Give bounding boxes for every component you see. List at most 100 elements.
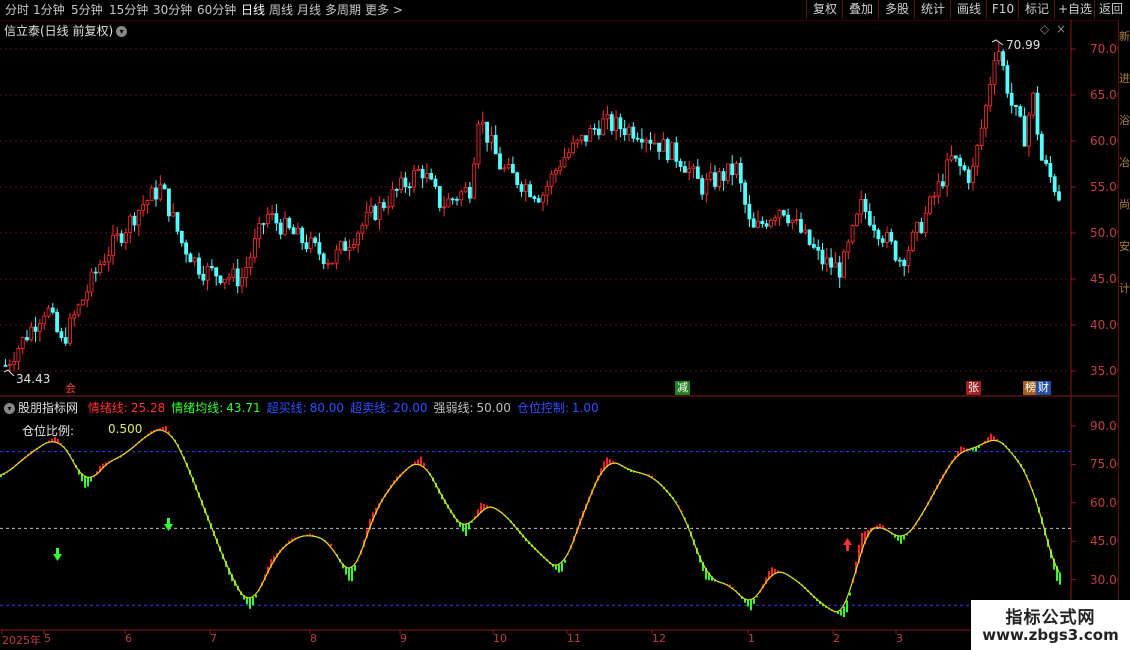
buy-arrow-icon [843, 538, 852, 551]
candle-body [523, 184, 528, 192]
date-label: 2 [833, 632, 840, 645]
candle-body [1022, 115, 1027, 147]
candle-body [1005, 65, 1010, 94]
candle-body [89, 271, 94, 293]
candle-body [46, 307, 51, 317]
candle-body [820, 249, 825, 265]
date-label: 10 [493, 632, 507, 645]
candle-body [880, 238, 885, 243]
candle-body [154, 187, 158, 200]
mood-bar [246, 597, 248, 605]
candle-body [1039, 133, 1044, 161]
candle-body [579, 135, 584, 141]
candle-body [652, 142, 657, 145]
candle-body [364, 211, 369, 226]
candle-body [463, 186, 468, 193]
candle-body [769, 219, 773, 227]
rise-marker[interactable]: 张 [966, 381, 981, 395]
candle-body [541, 194, 545, 203]
candle-body [743, 182, 747, 205]
candle-body [291, 227, 296, 235]
candle-body [1014, 104, 1018, 107]
candle-body [33, 326, 38, 332]
candle-body [85, 291, 90, 301]
sidebar-char[interactable]: 安 [1119, 238, 1130, 254]
candle-body [158, 184, 163, 200]
candle-body [38, 323, 42, 332]
candle-body [717, 171, 722, 187]
diamond-icon[interactable]: ◇ [1040, 22, 1049, 36]
candle-body [171, 212, 176, 217]
mood-bar [750, 599, 752, 611]
rank-marker-2[interactable]: 财 [1036, 381, 1051, 395]
cut-marker[interactable]: 减 [675, 381, 690, 395]
candle-body [708, 172, 713, 180]
date-label: 1 [748, 632, 755, 645]
candle-body [390, 189, 395, 207]
candle-body [536, 198, 541, 203]
sidebar-char[interactable]: 计 [1119, 280, 1130, 296]
close-icon[interactable]: × [1056, 22, 1066, 36]
candle-body [528, 184, 532, 198]
candle-body [326, 262, 330, 265]
candle-body [996, 51, 1001, 62]
candle-body [201, 273, 206, 281]
mood-average-line [0, 429, 1060, 613]
candle-body [691, 166, 696, 170]
candle-body [1001, 51, 1005, 67]
candle-body [386, 205, 391, 209]
candle-body [93, 271, 98, 274]
candle-body [188, 253, 193, 263]
candle-body [730, 163, 735, 176]
candle-body [515, 172, 520, 185]
candle-body [751, 218, 756, 228]
candle-body [661, 139, 666, 152]
date-label: 6 [125, 632, 132, 645]
candle-body [227, 276, 232, 280]
mood-bar [993, 436, 995, 441]
sidebar-char[interactable]: 进 [1119, 70, 1130, 86]
candle-body [351, 244, 356, 248]
candle-body [369, 205, 373, 213]
mood-bar [249, 597, 251, 609]
candle-body [270, 213, 275, 216]
candle-body [566, 152, 571, 158]
candle-body [695, 166, 700, 179]
sell-arrow-icon [53, 548, 62, 561]
candle-body [252, 238, 257, 258]
candle-body [106, 254, 111, 263]
mood-bar [846, 600, 848, 613]
candle-body [850, 225, 855, 243]
candle-body [42, 315, 47, 325]
candle-body [558, 166, 563, 171]
mood-bar [747, 599, 749, 607]
candle-body [25, 337, 29, 341]
mood-bar [465, 524, 467, 537]
sidebar-char[interactable]: 冶 [1119, 154, 1130, 170]
sidebar-char[interactable]: 浴 [1119, 112, 1130, 128]
candle-body [777, 210, 782, 219]
candle-body [966, 169, 971, 183]
mood-bar [975, 447, 977, 452]
candle-body [949, 155, 954, 161]
candle-body [399, 177, 404, 190]
low-pointer [3, 369, 15, 377]
sidebar-char[interactable]: 新 [1119, 28, 1130, 44]
candle-body [308, 237, 313, 250]
candle-body [111, 234, 115, 256]
candle-body [184, 242, 189, 255]
candle-body [605, 114, 610, 120]
event-marker[interactable]: 会 [63, 382, 78, 396]
mood-bar [354, 565, 356, 571]
sidebar-char[interactable]: 尚 [1119, 196, 1130, 212]
candle-body [941, 181, 945, 187]
candle-body [923, 212, 928, 234]
candle-body [855, 213, 859, 226]
candle-body [7, 363, 12, 366]
candle-body [29, 326, 34, 341]
candle-body [812, 244, 816, 248]
candle-body [257, 223, 262, 240]
candle-body [863, 198, 868, 212]
date-label: 5 [44, 632, 51, 645]
candle-body [992, 60, 997, 85]
